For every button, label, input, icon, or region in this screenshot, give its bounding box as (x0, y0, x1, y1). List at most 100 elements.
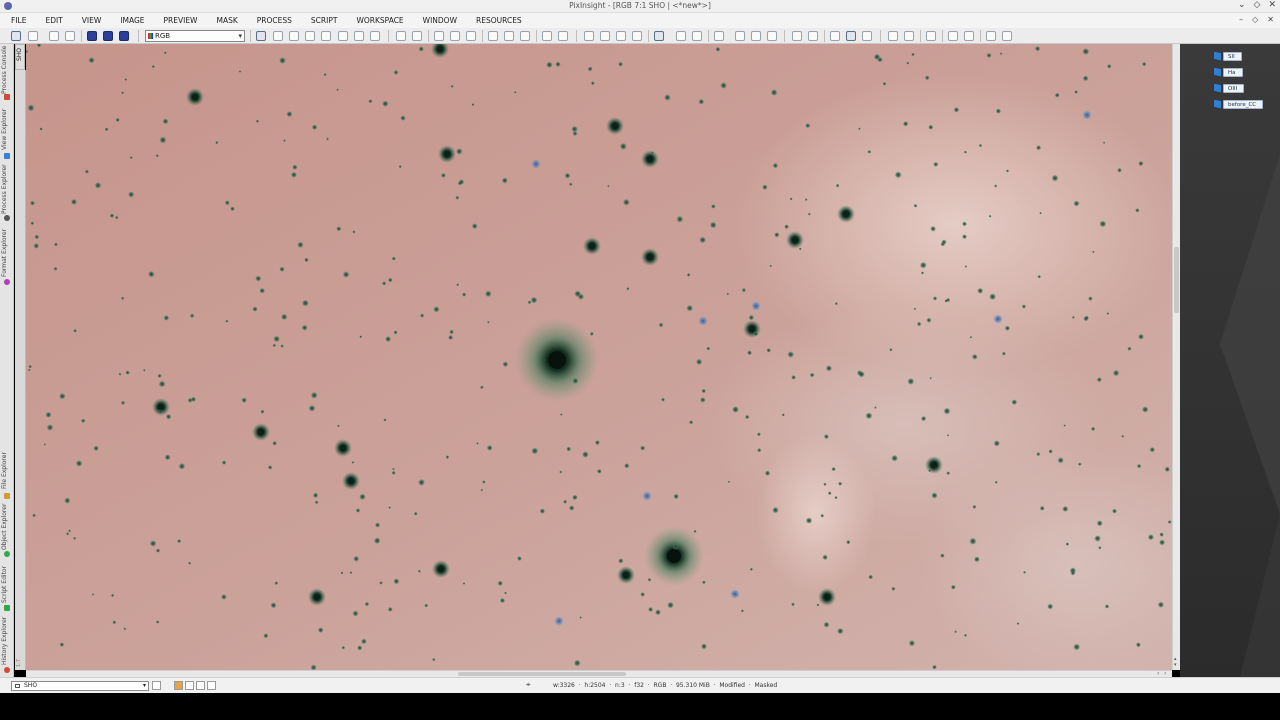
horizontal-scroll-thumb[interactable] (458, 672, 626, 676)
new-preview-icon[interactable] (338, 31, 348, 41)
menu-process[interactable]: PROCESS (257, 16, 292, 25)
scroll-left-arrow-icon[interactable]: ‹ (1157, 670, 1159, 677)
zoom-1-2-icon[interactable] (466, 31, 476, 41)
undo-icon[interactable] (11, 31, 21, 41)
edit-preview-icon[interactable] (354, 31, 364, 41)
workspace-2-icon[interactable] (948, 31, 958, 41)
faint-star (393, 578, 400, 585)
swatch-button-3[interactable] (196, 681, 205, 690)
mask-red-icon[interactable] (735, 31, 745, 41)
menu-file[interactable]: FILE (11, 16, 26, 25)
menu-script[interactable]: SCRIPT (311, 16, 338, 25)
fit-window-icon[interactable] (520, 31, 530, 41)
mask-enable-icon[interactable] (692, 31, 702, 41)
mdi-close-button[interactable]: ✕ (1267, 15, 1274, 24)
help-icon[interactable] (1002, 31, 1012, 41)
redo-icon[interactable] (28, 31, 38, 41)
zoom-mode-icon[interactable] (273, 31, 283, 41)
vertical-scroll-thumb[interactable] (1174, 247, 1179, 313)
menu-workspace[interactable]: WORKSPACE (356, 16, 403, 25)
center-view-icon[interactable] (321, 31, 331, 41)
new-image-icon[interactable] (87, 31, 97, 41)
cascade-windows-icon[interactable] (846, 31, 856, 41)
tile-windows-icon[interactable] (830, 31, 840, 41)
scroll-right-arrow-icon[interactable]: › (1164, 670, 1166, 677)
color-swatch-button[interactable] (174, 681, 183, 690)
image-icon-sii[interactable]: SII (1214, 50, 1242, 62)
horizontal-scrollbar[interactable]: ‹ › (26, 670, 1172, 677)
swatch-button-4[interactable] (207, 681, 216, 690)
image-viewport[interactable] (26, 44, 1172, 670)
menu-preview[interactable]: PREVIEW (164, 16, 198, 25)
fit-width-icon[interactable] (488, 31, 498, 41)
pan-mode-icon[interactable] (305, 31, 315, 41)
arrange-icons-icon[interactable] (862, 31, 872, 41)
monitor-icon[interactable] (888, 31, 898, 41)
view-options-button[interactable] (152, 681, 161, 690)
menu-edit[interactable]: EDIT (45, 16, 62, 25)
menu-mask[interactable]: MASK (216, 16, 237, 25)
menu-view[interactable]: VIEW (82, 16, 102, 25)
workspace-1-icon[interactable] (926, 31, 936, 41)
swatch-button-2[interactable] (185, 681, 194, 690)
restore-window-button[interactable]: ◇ (1254, 0, 1261, 10)
show-mask-icon[interactable] (654, 31, 664, 41)
scroll-down-arrow-icon[interactable]: ▾ (1174, 662, 1177, 668)
dock-tab-view-explorer[interactable]: View Explorer (1, 106, 13, 160)
faint-star (349, 571, 353, 575)
stf-reset-icon[interactable] (616, 31, 626, 41)
mask-green-icon[interactable] (751, 31, 761, 41)
view-selector-dropdown[interactable]: SHO ▾ (11, 681, 149, 691)
preview-list-icon[interactable] (792, 31, 802, 41)
menu-resources[interactable]: RESOURCES (476, 16, 522, 25)
faint-star (480, 385, 484, 390)
dock-tab-process-explorer[interactable]: Process Explorer (1, 164, 13, 222)
mask-blue-icon[interactable] (767, 31, 777, 41)
reset-image-icon[interactable] (119, 31, 129, 41)
zoom-out-icon[interactable] (412, 31, 422, 41)
mdi-restore-button[interactable]: ◇ (1252, 15, 1258, 24)
mask-remove-icon[interactable] (714, 31, 724, 41)
minimize-window-button[interactable]: ⌄ (1238, 0, 1246, 10)
image-icon-ha[interactable]: Ha (1214, 66, 1243, 78)
mdi-minimize-button[interactable]: – (1239, 15, 1243, 24)
dock-tab-history-explorer[interactable]: History Explorer (1, 616, 13, 674)
fit-view-icon[interactable] (289, 31, 299, 41)
stf-auto-icon[interactable] (584, 31, 594, 41)
maximize-view-icon[interactable] (542, 31, 552, 41)
workspace-4-icon[interactable] (986, 31, 996, 41)
menu-image[interactable]: IMAGE (120, 16, 144, 25)
stf-edit-icon[interactable] (632, 31, 642, 41)
faint-star (574, 290, 582, 298)
close-window-button[interactable]: ✕ (1268, 0, 1276, 10)
undo-all-icon[interactable] (49, 31, 59, 41)
view-identifier-tab[interactable]: SHO (15, 44, 25, 70)
zoom-fit-icon[interactable] (450, 31, 460, 41)
astro-image-canvas[interactable] (26, 44, 1172, 670)
zoom-1-1-icon[interactable] (434, 31, 444, 41)
vertical-scrollbar[interactable]: ▴ ▾ (1172, 44, 1180, 670)
faint-star (559, 470, 563, 474)
preview-store-icon[interactable] (808, 31, 818, 41)
redo-all-icon[interactable] (65, 31, 75, 41)
dock-tab-script-editor[interactable]: Script Editor (1, 564, 13, 612)
menu-window[interactable]: WINDOW (423, 16, 457, 25)
mask-invert-icon[interactable] (676, 31, 686, 41)
workspace-3-icon[interactable] (964, 31, 974, 41)
fit-height-icon[interactable] (504, 31, 514, 41)
select-preview-icon[interactable] (370, 31, 380, 41)
stf-link-icon[interactable] (600, 31, 610, 41)
zoom-in-icon[interactable] (396, 31, 406, 41)
dock-tab-file-explorer[interactable]: File Explorer (1, 450, 13, 500)
image-icon[interactable] (904, 31, 914, 41)
dock-tab-object-explorer[interactable]: Object Explorer (1, 504, 13, 558)
duplicate-image-icon[interactable] (103, 31, 113, 41)
display-channel-select[interactable]: RGB ▾ (145, 30, 245, 42)
dock-tab-process-console[interactable]: Process Console (1, 46, 13, 100)
full-screen-icon[interactable] (558, 31, 568, 41)
faint-star (822, 554, 828, 561)
image-icon-before-cc[interactable]: before_CC (1214, 98, 1264, 110)
image-icon-oiii[interactable]: OIII (1214, 82, 1245, 94)
readout-mode-icon[interactable] (256, 31, 266, 41)
dock-tab-format-explorer[interactable]: Format Explorer (1, 228, 13, 286)
